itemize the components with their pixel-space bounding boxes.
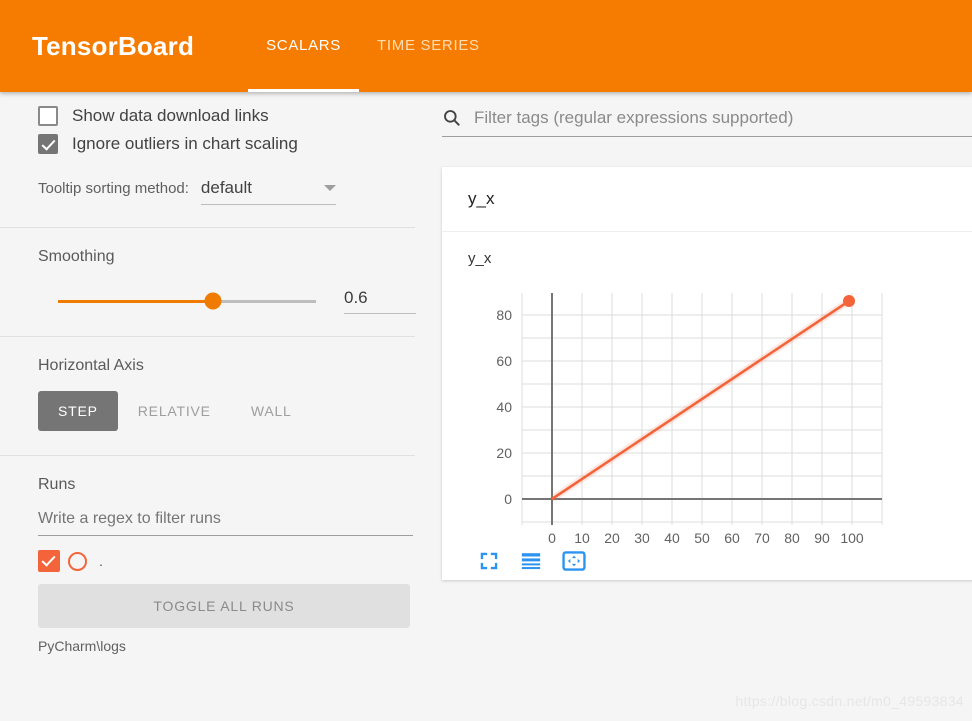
- svg-text:0: 0: [548, 530, 556, 545]
- series-last-point-marker: [843, 295, 855, 307]
- chart-body: y_x 0 20 40 60 80 0 10 20 30 40 50 60 70…: [442, 232, 972, 580]
- run-path-label: PyCharm\logs: [38, 638, 126, 654]
- svg-text:70: 70: [754, 530, 770, 545]
- toggle-all-runs-button[interactable]: TOGGLE ALL RUNS: [38, 584, 410, 628]
- fit-icon[interactable]: [562, 550, 586, 572]
- checkbox-row-ignore-outliers[interactable]: Ignore outliers in chart scaling: [38, 134, 430, 154]
- svg-text:60: 60: [724, 530, 740, 545]
- tab-scalars[interactable]: SCALARS: [248, 0, 360, 92]
- run-label: .: [99, 553, 103, 569]
- chart-svg: 0 20 40 60 80 0 10 20 30 40 50 60 70 80 …: [496, 293, 883, 546]
- app-body: Show data download links Ignore outliers…: [0, 92, 972, 721]
- show-download-links-checkbox[interactable]: [38, 106, 58, 126]
- svg-text:90: 90: [814, 530, 830, 545]
- horizontal-axis-section: Horizontal Axis STEP RELATIVE WALL: [0, 337, 430, 455]
- svg-text:100: 100: [840, 530, 864, 545]
- watermark: https://blog.csdn.net/m0_49593834: [735, 693, 964, 709]
- smoothing-section: Smoothing 0.6: [0, 228, 430, 336]
- chart-plot[interactable]: 0 20 40 60 80 0 10 20 30 40 50 60 70 80 …: [442, 275, 972, 550]
- svg-text:30: 30: [634, 530, 650, 545]
- checkbox-row-download-links[interactable]: Show data download links: [38, 106, 430, 126]
- smoothing-slider-thumb[interactable]: [204, 292, 222, 310]
- ignore-outliers-label: Ignore outliers in chart scaling: [72, 134, 298, 153]
- header-tabs: SCALARS TIME SERIES: [248, 0, 498, 92]
- filter-tags-input[interactable]: Filter tags (regular expressions support…: [442, 108, 972, 137]
- runs-filter-input[interactable]: Write a regex to filter runs: [38, 510, 413, 536]
- runs-title: Runs: [38, 476, 76, 493]
- chart-title: y_x: [468, 250, 492, 267]
- svg-text:20: 20: [604, 530, 620, 545]
- svg-text:0: 0: [504, 491, 512, 507]
- run-color-circle-icon: [68, 551, 87, 571]
- main-panel: Filter tags (regular expressions support…: [430, 92, 972, 721]
- svg-text:80: 80: [496, 307, 512, 323]
- run-list-item[interactable]: .: [38, 550, 430, 572]
- run-checkbox[interactable]: [38, 550, 60, 572]
- series-line: [551, 299, 850, 501]
- chart-category-header[interactable]: y_x: [442, 167, 972, 232]
- app-header: TensorBoard SCALARS TIME SERIES: [0, 0, 972, 92]
- smoothing-slider[interactable]: [58, 292, 316, 310]
- show-download-links-label: Show data download links: [72, 106, 269, 125]
- svg-text:20: 20: [496, 445, 512, 461]
- tooltip-sorting-row: Tooltip sorting method: default: [38, 178, 430, 205]
- data-table-icon[interactable]: [520, 550, 542, 572]
- tooltip-sorting-select[interactable]: default: [200, 178, 336, 205]
- ignore-outliers-checkbox[interactable]: [38, 134, 58, 154]
- display-options-section: Show data download links Ignore outliers…: [0, 106, 430, 205]
- tooltip-sorting-label: Tooltip sorting method:: [38, 180, 189, 197]
- tooltip-sorting-value: default: [200, 178, 252, 197]
- axis-button-relative[interactable]: RELATIVE: [118, 391, 231, 431]
- svg-text:50: 50: [694, 530, 710, 545]
- grid-vertical: [521, 293, 883, 525]
- search-icon: [444, 110, 460, 126]
- horizontal-axis-title: Horizontal Axis: [38, 357, 144, 374]
- chevron-down-icon: [323, 185, 336, 191]
- tab-time-series[interactable]: TIME SERIES: [359, 0, 498, 92]
- svg-text:60: 60: [496, 353, 512, 369]
- smoothing-row: 0.6: [38, 288, 430, 314]
- svg-text:10: 10: [574, 530, 590, 545]
- horizontal-axis-buttons: STEP RELATIVE WALL: [38, 391, 430, 431]
- axis-button-wall[interactable]: WALL: [231, 391, 312, 431]
- runs-section: Runs Write a regex to filter runs . TOGG…: [0, 456, 430, 654]
- smoothing-slider-fill: [58, 299, 213, 303]
- svg-text:40: 40: [496, 399, 512, 415]
- axis-button-step[interactable]: STEP: [38, 391, 118, 431]
- sidebar: Show data download links Ignore outliers…: [0, 92, 430, 721]
- svg-text:80: 80: [784, 530, 800, 545]
- chart-card: y_x y_x 0 20 40 60 80 0 10 20 30 40 50 6…: [442, 167, 972, 580]
- expand-icon[interactable]: [478, 550, 500, 572]
- smoothing-title: Smoothing: [38, 248, 115, 265]
- filter-tags-placeholder: Filter tags (regular expressions support…: [474, 108, 794, 127]
- chart-toolbar: [442, 550, 972, 592]
- svg-text:40: 40: [664, 530, 680, 545]
- x-tick-labels: 0 10 20 30 40 50 60 70 80 90 100: [548, 530, 864, 546]
- smoothing-value-input[interactable]: 0.6: [344, 288, 416, 314]
- y-tick-labels: 0 20 40 60 80: [496, 307, 512, 507]
- app-brand: TensorBoard: [32, 30, 195, 61]
